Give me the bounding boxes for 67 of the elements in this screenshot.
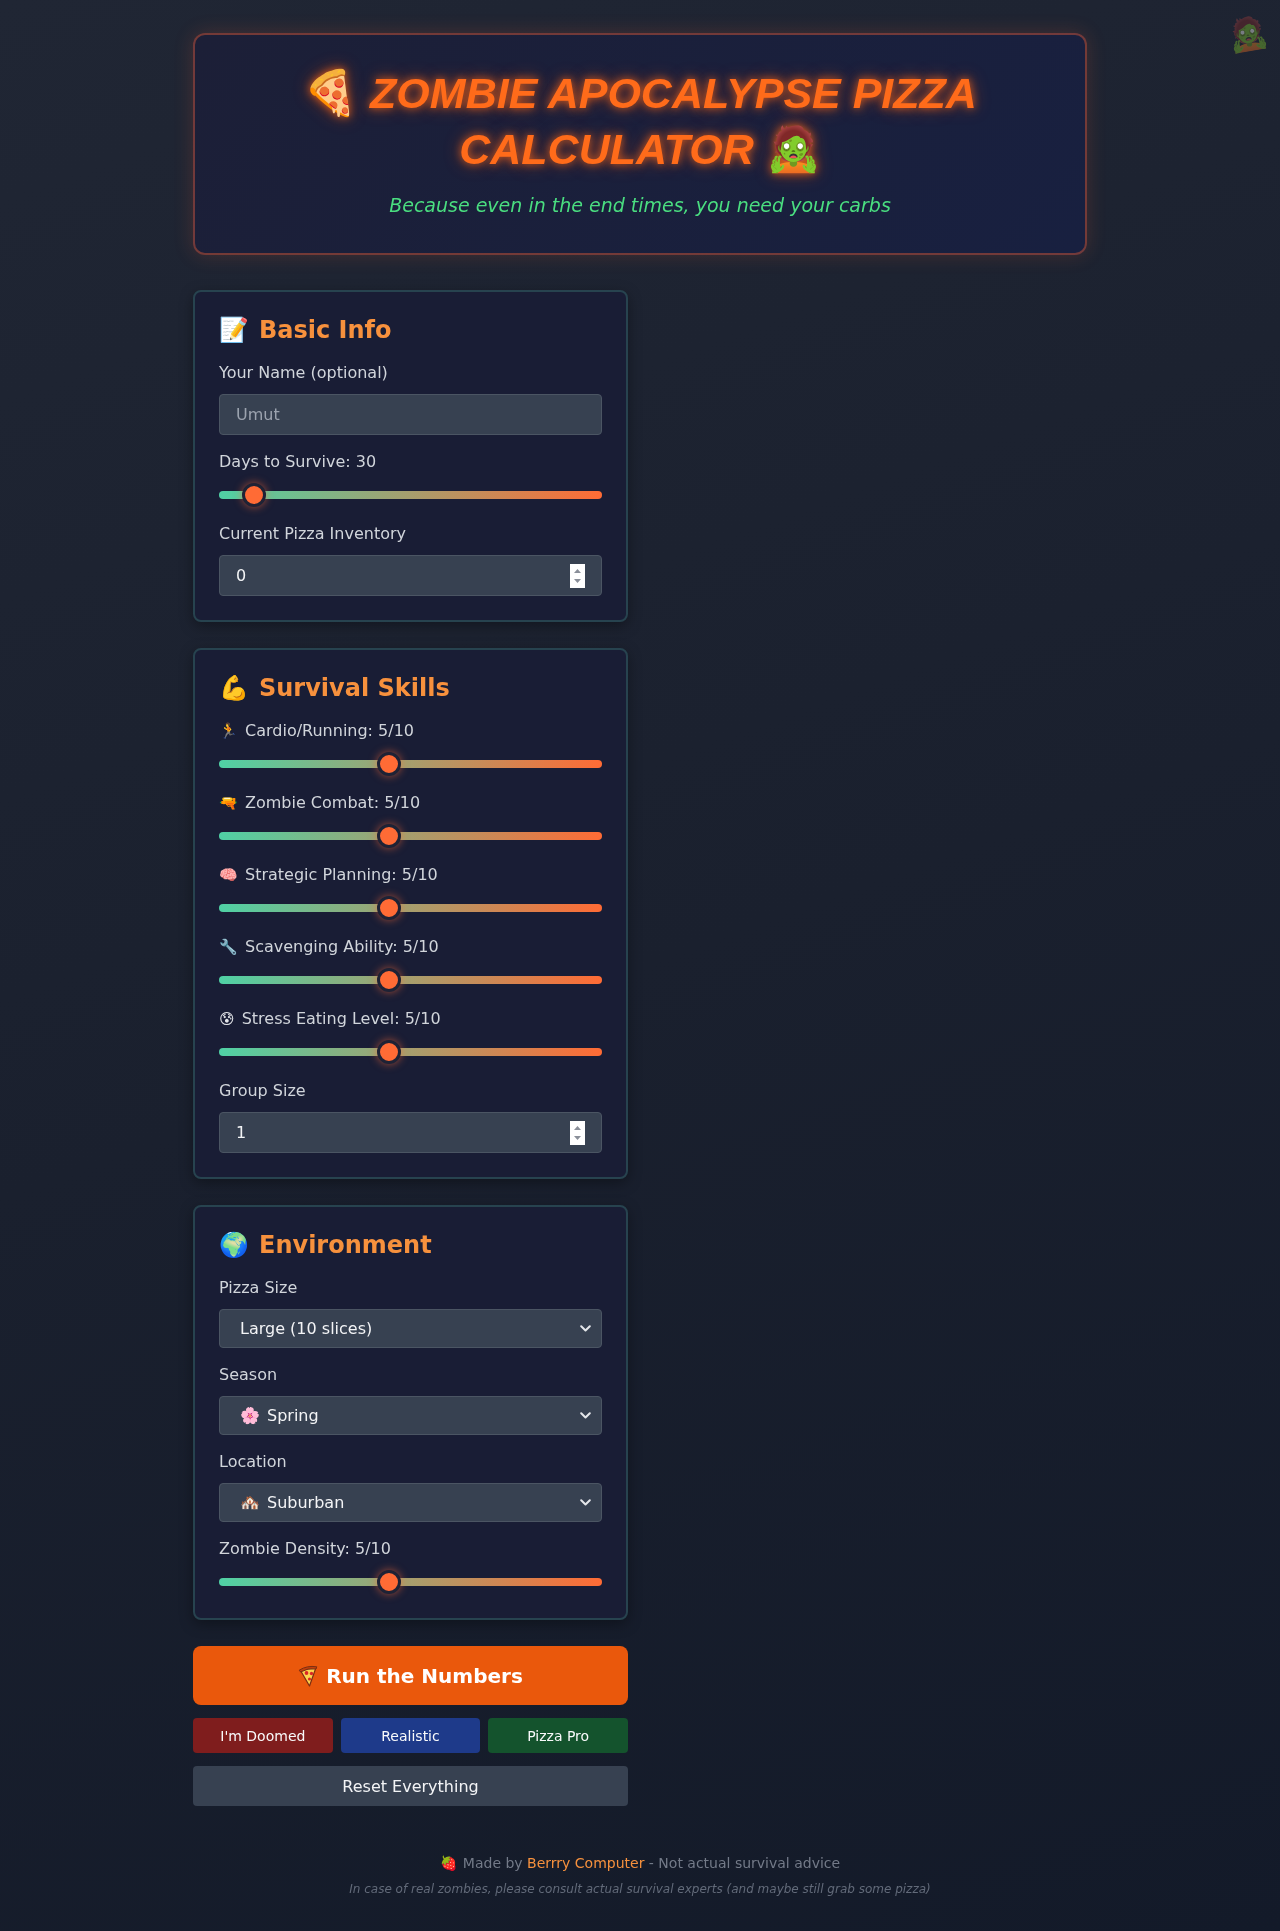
page-title: CALCULATOR: [459, 125, 754, 173]
slider-thumb[interactable]: [376, 1040, 401, 1064]
slider-thumb[interactable]: [242, 483, 267, 507]
field-label: Scavenging Ability: 5/10: [245, 936, 439, 958]
number-input[interactable]: 0: [219, 555, 602, 596]
pizza-slice-icon: 🍕: [303, 68, 359, 117]
subtitle: Because even in the end times, you need your carbs: [389, 193, 891, 218]
pizza-slice-icon: [298, 1664, 319, 1687]
slider-thumb[interactable]: [376, 896, 401, 920]
slider-thumb[interactable]: [376, 752, 401, 776]
reset-button[interactable]: Reset Everything: [193, 1766, 628, 1806]
zombie-icon: 🧟: [765, 124, 821, 173]
field-label: Stress Eating Level: 5/10: [241, 1008, 441, 1030]
memo-icon: 📝: [219, 316, 249, 344]
stepper-arrows-icon[interactable]: [570, 563, 585, 588]
range-slider[interactable]: [219, 752, 602, 776]
wrench-icon: 🔧: [219, 936, 238, 958]
range-slider[interactable]: [219, 483, 602, 507]
field-label: Season: [219, 1364, 278, 1386]
card-title: Environment: [259, 1231, 432, 1259]
strawberry-icon: 🍓: [439, 1852, 457, 1874]
field-label: Zombie Combat: 5/10: [245, 792, 421, 814]
field-label: Zombie Density: 5/10: [219, 1538, 391, 1560]
range-slider[interactable]: [219, 968, 602, 992]
page-title: ZOMBIE APOCALYPSE PIZZA: [370, 69, 977, 117]
slider-thumb[interactable]: [376, 1570, 401, 1594]
globe-icon: 🌍: [219, 1231, 249, 1259]
field-label: Strategic Planning: 5/10: [245, 864, 438, 886]
brain-icon: 🧠: [219, 864, 238, 886]
credit-link[interactable]: Berrry Computer: [527, 1855, 645, 1871]
runner-icon: 🏃: [219, 720, 238, 742]
slider-thumb[interactable]: [376, 824, 401, 848]
dropdown-select[interactable]: 🏘 Suburban: [219, 1483, 602, 1522]
run-button[interactable]: Run the Numbers: [193, 1646, 628, 1705]
anxious-face-icon: 😰: [219, 1008, 235, 1030]
field-label: Pizza Size: [219, 1277, 298, 1299]
slider-thumb[interactable]: [376, 968, 401, 992]
footer-disclaimer: In case of real zombies, please consult actual survival experts (and maybe still grab some pizza): [349, 1881, 931, 1898]
field-label: Cardio/Running: 5/10: [245, 720, 415, 742]
preset-button[interactable]: I'm Doomed: [193, 1718, 333, 1753]
dropdown-select[interactable]: 🌸 Spring: [219, 1396, 602, 1435]
card-title: Survival Skills: [259, 674, 450, 702]
number-input[interactable]: 1: [219, 1112, 602, 1153]
cherry-blossom-icon: 🌸: [240, 1406, 260, 1425]
preset-button[interactable]: Realistic: [340, 1718, 481, 1753]
field-label: Current Pizza Inventory: [219, 523, 407, 545]
flexed-biceps-icon: 💪: [219, 674, 249, 702]
range-slider[interactable]: [219, 1040, 602, 1064]
field-label: Group Size: [219, 1080, 306, 1102]
field-label: Days to Survive: 30: [219, 451, 377, 473]
dropdown-select[interactable]: Large (10 slices): [219, 1309, 602, 1348]
card-title: Basic Info: [259, 316, 392, 344]
footer-credit: Made by Berrry Computer - Not actual survival advice: [462, 1854, 841, 1873]
range-slider[interactable]: [219, 1570, 602, 1594]
field-label: Your Name (optional): [219, 362, 388, 384]
zombie-icon: 🧟: [1224, 10, 1272, 58]
range-slider[interactable]: [219, 896, 602, 920]
stepper-arrows-icon[interactable]: [570, 1120, 585, 1145]
chevron-down-icon: [580, 1412, 591, 1419]
water-pistol-icon: 🔫: [219, 792, 238, 814]
chevron-down-icon: [580, 1499, 591, 1506]
field-label: Location: [219, 1451, 287, 1473]
text-input[interactable]: Umut: [219, 394, 602, 435]
preset-button[interactable]: Pizza Pro: [488, 1718, 628, 1753]
chevron-down-icon: [580, 1325, 591, 1332]
houses-icon: 🏘: [240, 1493, 260, 1512]
range-slider[interactable]: [219, 824, 602, 848]
